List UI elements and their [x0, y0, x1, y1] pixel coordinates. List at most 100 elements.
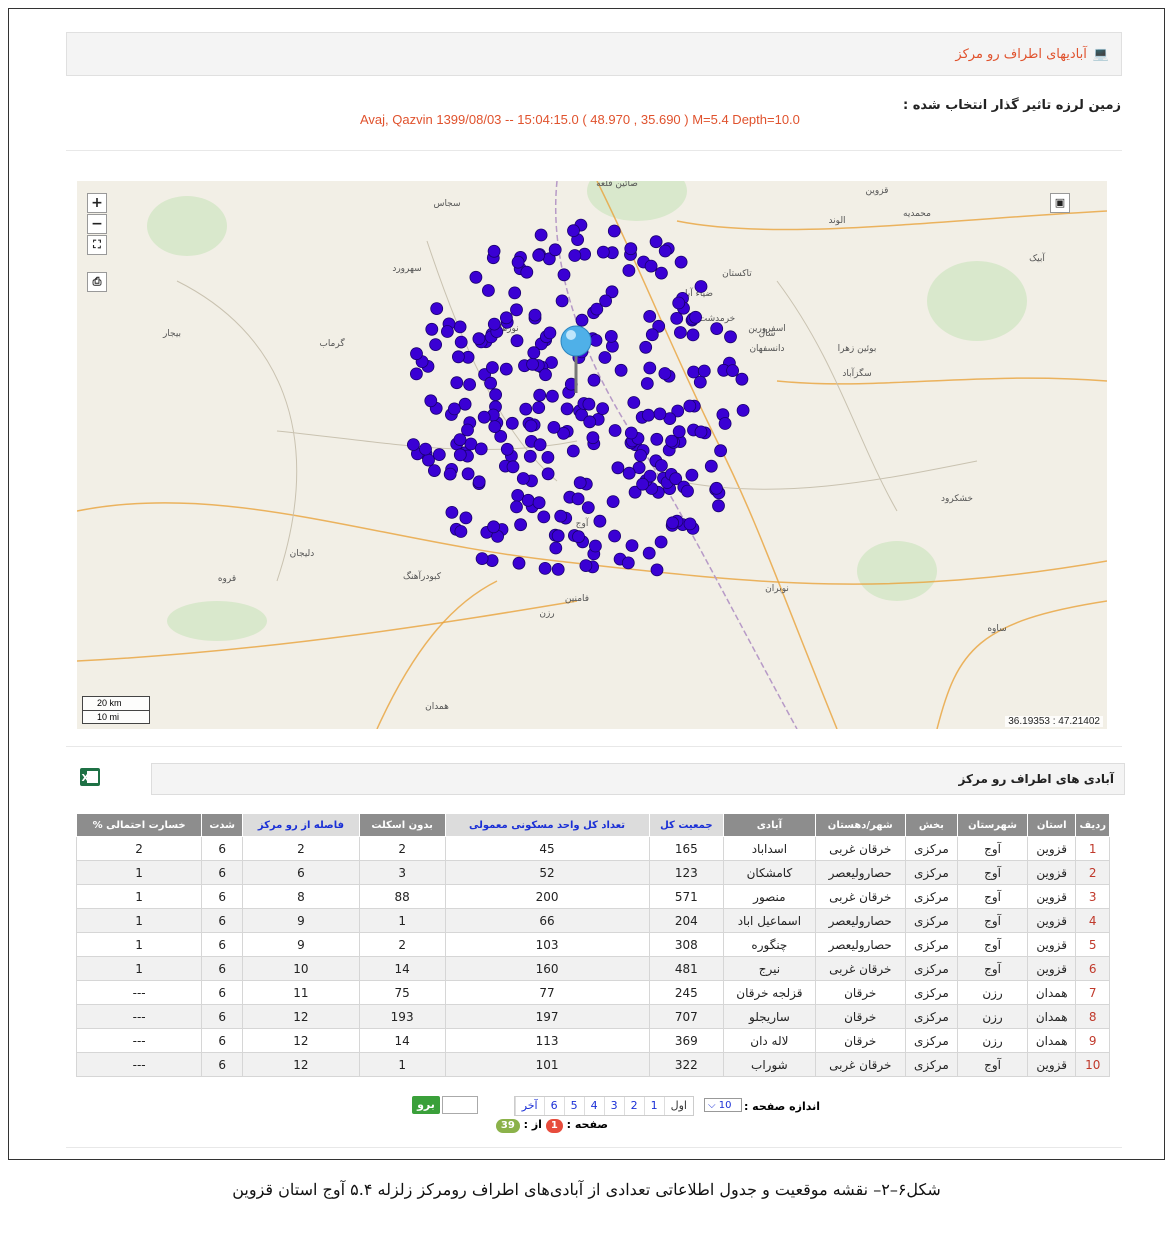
- map-park: [857, 541, 937, 601]
- village-marker: [689, 310, 702, 324]
- table-cell: مرکزی: [904, 908, 959, 933]
- table-cell: قزوین: [1026, 884, 1077, 909]
- column-header[interactable]: خسارت احتمالی %: [75, 813, 203, 837]
- page-size-select[interactable]: 10 ⌵: [704, 1098, 742, 1112]
- village-marker: [627, 396, 641, 409]
- village-marker: [589, 539, 602, 553]
- map-place-label: آبیک: [1029, 252, 1045, 264]
- village-marker: [566, 444, 580, 458]
- table-cell: مرکزی: [904, 1028, 959, 1053]
- village-marker: [571, 492, 585, 506]
- map-place-label: الوند: [828, 216, 845, 226]
- table-cell: خرقان: [814, 980, 906, 1005]
- column-header[interactable]: تعداد کل واحد مسکونی معمولی: [444, 813, 650, 837]
- village-marker: [625, 539, 639, 553]
- village-marker: [514, 518, 528, 532]
- village-marker: [557, 268, 571, 282]
- column-header[interactable]: جمعیت کل: [648, 813, 725, 837]
- village-marker: [520, 265, 534, 279]
- first-page-link[interactable]: اول: [663, 1097, 693, 1115]
- column-header[interactable]: آبادی: [723, 813, 816, 837]
- print-icon[interactable]: ⎙: [87, 272, 107, 292]
- map-park: [147, 196, 227, 256]
- table-cell: 308: [648, 932, 725, 957]
- map-place-label: خشکرود: [941, 494, 973, 504]
- table-cell: مرکزی: [904, 836, 959, 861]
- village-marker: [650, 563, 664, 577]
- village-marker: [406, 438, 420, 452]
- page-links: اول 1 2 3 4 5 6 آخر: [513, 1096, 694, 1116]
- village-marker: [579, 559, 593, 573]
- page-link[interactable]: 4: [583, 1097, 604, 1115]
- village-marker: [541, 467, 555, 481]
- table-cell: 6: [201, 908, 244, 933]
- village-marker: [506, 460, 520, 474]
- column-header[interactable]: فاصله از رو مرکز: [242, 813, 360, 837]
- village-marker: [519, 402, 533, 416]
- village-marker: [581, 501, 595, 515]
- village-marker: [510, 500, 523, 514]
- village-marker: [573, 476, 587, 490]
- table-cell: 571: [648, 884, 725, 909]
- village-marker: [568, 249, 582, 262]
- table-cell: 6: [201, 1052, 244, 1077]
- village-marker: [598, 351, 612, 364]
- column-header[interactable]: ردیف: [1075, 813, 1110, 837]
- layers-icon[interactable]: ▣: [1050, 193, 1070, 213]
- divider: [66, 1147, 1122, 1148]
- fullscreen-icon[interactable]: ⛶: [87, 235, 107, 255]
- village-marker: [508, 286, 522, 300]
- table-cell: همدان: [1026, 980, 1077, 1005]
- map-road: [776, 377, 1107, 385]
- village-marker: [624, 426, 638, 440]
- page-link[interactable]: 1: [643, 1097, 664, 1115]
- village-marker: [469, 270, 483, 284]
- table-cell: اسداباد: [723, 836, 816, 861]
- village-marker: [643, 361, 657, 375]
- village-marker: [614, 363, 628, 377]
- village-marker: [622, 466, 636, 480]
- table-cell: همدان: [1026, 1004, 1077, 1029]
- map-place-label: صائین قلعه: [596, 181, 638, 189]
- village-marker: [485, 361, 499, 374]
- village-marker: [642, 546, 656, 560]
- map-place-label: کبودرآهنگ: [403, 570, 442, 582]
- table-row: 8 همدان رزن مرکزی خرقان ساریجلو 707 197 193 12 6 --…: [75, 1004, 1110, 1029]
- map-place-label: نوبران: [765, 584, 789, 594]
- table-cell: 245: [648, 980, 725, 1005]
- table-cell: آوج: [957, 860, 1028, 885]
- map[interactable]: قزوین تاکستان آبیک بوئین زهرا همدان کبودرآهنگ…: [77, 181, 1107, 729]
- page-link[interactable]: 5: [563, 1097, 584, 1115]
- village-marker: [644, 259, 658, 273]
- page-link[interactable]: 3: [603, 1097, 624, 1115]
- go-button[interactable]: برو: [412, 1096, 440, 1114]
- map-canvas[interactable]: قزوین تاکستان آبیک بوئین زهرا همدان کبودرآهنگ…: [77, 181, 1107, 729]
- village-marker: [640, 377, 654, 390]
- table-cell: 113: [444, 1028, 650, 1053]
- excel-icon[interactable]: X: [79, 766, 101, 788]
- village-marker: [606, 495, 620, 509]
- village-marker: [539, 368, 552, 382]
- last-page-link[interactable]: آخر: [514, 1097, 544, 1115]
- page-link[interactable]: 6: [543, 1097, 564, 1115]
- village-marker: [427, 464, 441, 478]
- table-row: 2 قزوین آوج مرکزی حصارولیعصر کامشکان 123 52 3 6 6 1: [75, 860, 1110, 885]
- map-place-label: شال: [759, 329, 776, 339]
- table-cell: 8: [1075, 1004, 1110, 1029]
- table-cell: 9: [242, 908, 360, 933]
- page-link[interactable]: 2: [623, 1097, 644, 1115]
- quake-info[interactable]: Avaj, Qazvin 1399/08/03 -- 15:04:15.0 ( …: [360, 112, 800, 127]
- table-cell: 12: [242, 1004, 360, 1029]
- zoom-out-button[interactable]: −: [87, 214, 107, 234]
- column-header[interactable]: شهرستان: [957, 813, 1028, 837]
- table-cell: 6: [201, 836, 244, 861]
- table-cell: ---: [75, 1004, 203, 1029]
- column-header[interactable]: استان: [1026, 813, 1077, 837]
- page-number-input[interactable]: [442, 1096, 478, 1114]
- column-header[interactable]: بدون اسکلت: [358, 813, 446, 837]
- column-header[interactable]: بخش: [904, 813, 959, 837]
- column-header[interactable]: شهر/دهستان: [814, 813, 906, 837]
- zoom-in-button[interactable]: +: [87, 193, 107, 213]
- table-cell: 6: [1075, 956, 1110, 981]
- column-header[interactable]: شدت: [201, 813, 244, 837]
